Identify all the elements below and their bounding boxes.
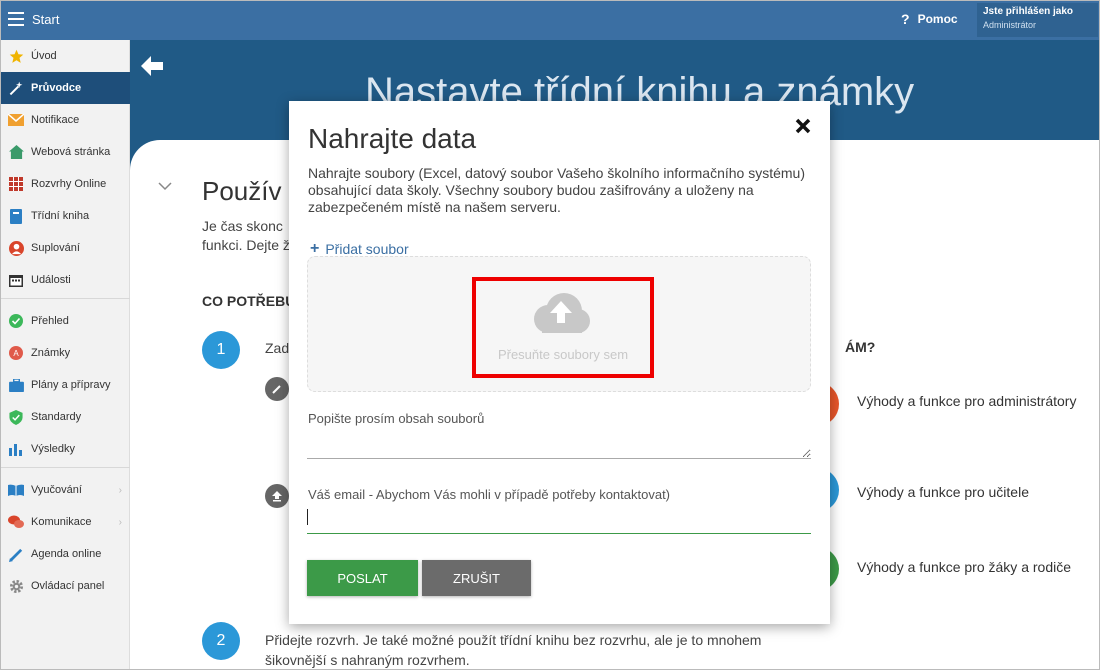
feature-link-students[interactable]: Výhody a funkce pro žáky a rodiče xyxy=(857,559,1077,575)
sidebar-item-agenda[interactable]: Agenda online xyxy=(0,538,130,570)
sidebar-item-webova-stranka[interactable]: Webová stránka xyxy=(0,136,130,168)
help-link[interactable]: ? Pomoc xyxy=(901,11,958,27)
top-bar: Start ? Pomoc Jste přihlášen jako Admini… xyxy=(0,0,1100,40)
sidebar-item-tridni-kniha[interactable]: Třídní kniha xyxy=(0,200,130,232)
sidebar-item-label: Ovládací panel xyxy=(31,580,105,592)
sidebar-item-label: Agenda online xyxy=(31,548,102,560)
sidebar-item-label: Úvod xyxy=(31,50,57,62)
email-label: Váš email - Abychom Vás mohli v případě … xyxy=(308,487,671,502)
sidebar-divider xyxy=(0,467,130,468)
app-title[interactable]: Start xyxy=(32,12,59,27)
sidebar-item-uvod[interactable]: Úvod xyxy=(0,40,130,72)
help-label: Pomoc xyxy=(917,12,958,26)
menu-icon[interactable] xyxy=(8,12,24,26)
chevron-down-icon[interactable] xyxy=(158,178,172,194)
user-line1: Jste přihlášen jako xyxy=(983,6,1074,17)
calendar-icon xyxy=(8,272,24,288)
gear-icon xyxy=(8,578,24,594)
step-text: Přidejte rozvrh. Je také možné použít tř… xyxy=(265,632,762,668)
step-number: 1 xyxy=(202,331,240,369)
magic-wand-icon xyxy=(8,80,24,96)
add-file-label: Přidat soubor xyxy=(325,241,409,257)
calendar-grid-icon xyxy=(8,176,24,192)
sidebar-item-udalosti[interactable]: Události xyxy=(0,264,130,296)
dialog-title: Nahrajte data xyxy=(308,123,477,154)
sidebar-item-label: Komunikace xyxy=(31,516,92,528)
sidebar-item-label: Události xyxy=(31,274,71,286)
shield-check-icon xyxy=(8,409,24,425)
feature-link-admin[interactable]: Výhody a funkce pro administrátory xyxy=(857,393,1077,409)
book-icon xyxy=(8,208,24,224)
sidebar-item-standardy[interactable]: Standardy xyxy=(0,401,130,433)
envelope-icon xyxy=(8,112,24,128)
sidebar-item-label: Webová stránka xyxy=(31,146,111,158)
sidebar-item-label: Průvodce xyxy=(31,82,82,94)
chat-icon xyxy=(8,514,24,530)
cancel-button[interactable]: ZRUŠIT xyxy=(422,560,531,596)
home-icon xyxy=(8,144,24,160)
briefcase-icon xyxy=(8,377,24,393)
sidebar-item-pruvodce[interactable]: Průvodce xyxy=(0,72,130,104)
step-text: Zad xyxy=(265,340,290,356)
star-icon xyxy=(8,48,24,64)
open-book-icon xyxy=(8,482,24,498)
dialog-description: Nahrajte soubory (Excel, datový soubor V… xyxy=(308,165,805,215)
back-arrow-icon[interactable] xyxy=(141,56,163,82)
sidebar-item-label: Přehled xyxy=(31,315,69,327)
pen-icon xyxy=(8,546,24,562)
sidebar-item-komunikace[interactable]: Komunikace › xyxy=(0,506,130,538)
chevron-right-icon: › xyxy=(118,516,122,528)
sidebar-item-label: Suplování xyxy=(31,242,80,254)
text-cursor xyxy=(307,509,308,525)
user-role: Administrátor xyxy=(983,20,1037,30)
sidebar-divider xyxy=(0,298,130,299)
sidebar-item-vyucovani[interactable]: Vyučování › xyxy=(0,474,130,506)
sidebar-item-notifikace[interactable]: Notifikace xyxy=(0,104,130,136)
close-icon[interactable] xyxy=(794,115,812,141)
section-title: Použív xyxy=(202,176,282,206)
check-circle-icon xyxy=(8,313,24,329)
chevron-right-icon: › xyxy=(118,484,122,496)
sidebar-item-ovladaci-panel[interactable]: Ovládací panel xyxy=(0,570,130,602)
sidebar: Úvod Průvodce Notifikace Webová stránka … xyxy=(0,40,130,670)
user-menu[interactable]: Jste přihlášen jako Administrátor xyxy=(977,3,1098,37)
sidebar-item-label: Známky xyxy=(31,347,71,359)
sidebar-item-plany[interactable]: Plány a přípravy xyxy=(0,369,130,401)
features-heading: ÁM? xyxy=(845,339,876,355)
sidebar-item-suplovani[interactable]: Suplování xyxy=(0,232,130,264)
sidebar-item-label: Notifikace xyxy=(31,114,80,126)
requirements-heading: CO POTŘEBU xyxy=(202,293,296,309)
send-button[interactable]: POSLAT xyxy=(307,560,418,596)
bar-chart-icon xyxy=(8,441,24,457)
svg-text:A: A xyxy=(13,349,19,358)
sidebar-item-label: Třídní kniha xyxy=(31,210,90,222)
cloud-upload-icon xyxy=(528,291,592,337)
drop-text: Přesuňte soubory sem xyxy=(497,347,629,362)
sidebar-item-znamky[interactable]: A Známky xyxy=(0,337,130,369)
upload-icon[interactable] xyxy=(265,484,289,508)
question-icon: ? xyxy=(901,11,910,27)
step-number: 2 xyxy=(202,622,240,660)
sidebar-item-rozvrhy[interactable]: Rozvrhy Online xyxy=(0,168,130,200)
sidebar-item-vysledky[interactable]: Výsledky xyxy=(0,433,130,465)
sidebar-item-label: Výsledky xyxy=(31,443,76,455)
upload-dialog: Nahrajte data Nahrajte soubory (Excel, d… xyxy=(289,101,830,624)
sidebar-item-label: Standardy xyxy=(31,411,82,423)
person-icon xyxy=(8,240,24,256)
describe-label: Popište prosím obsah souborů xyxy=(308,411,485,426)
sidebar-item-label: Vyučování xyxy=(31,484,82,496)
edit-icon[interactable] xyxy=(265,377,289,401)
sidebar-item-label: Rozvrhy Online xyxy=(31,178,107,190)
email-field[interactable] xyxy=(307,506,811,534)
feature-link-teacher[interactable]: Výhody a funkce pro učitele xyxy=(857,484,1077,500)
files-description-field[interactable] xyxy=(307,429,811,459)
sidebar-item-label: Plány a přípravy xyxy=(31,379,111,391)
sidebar-item-prehled[interactable]: Přehled xyxy=(0,305,130,337)
grade-icon: A xyxy=(8,345,24,361)
